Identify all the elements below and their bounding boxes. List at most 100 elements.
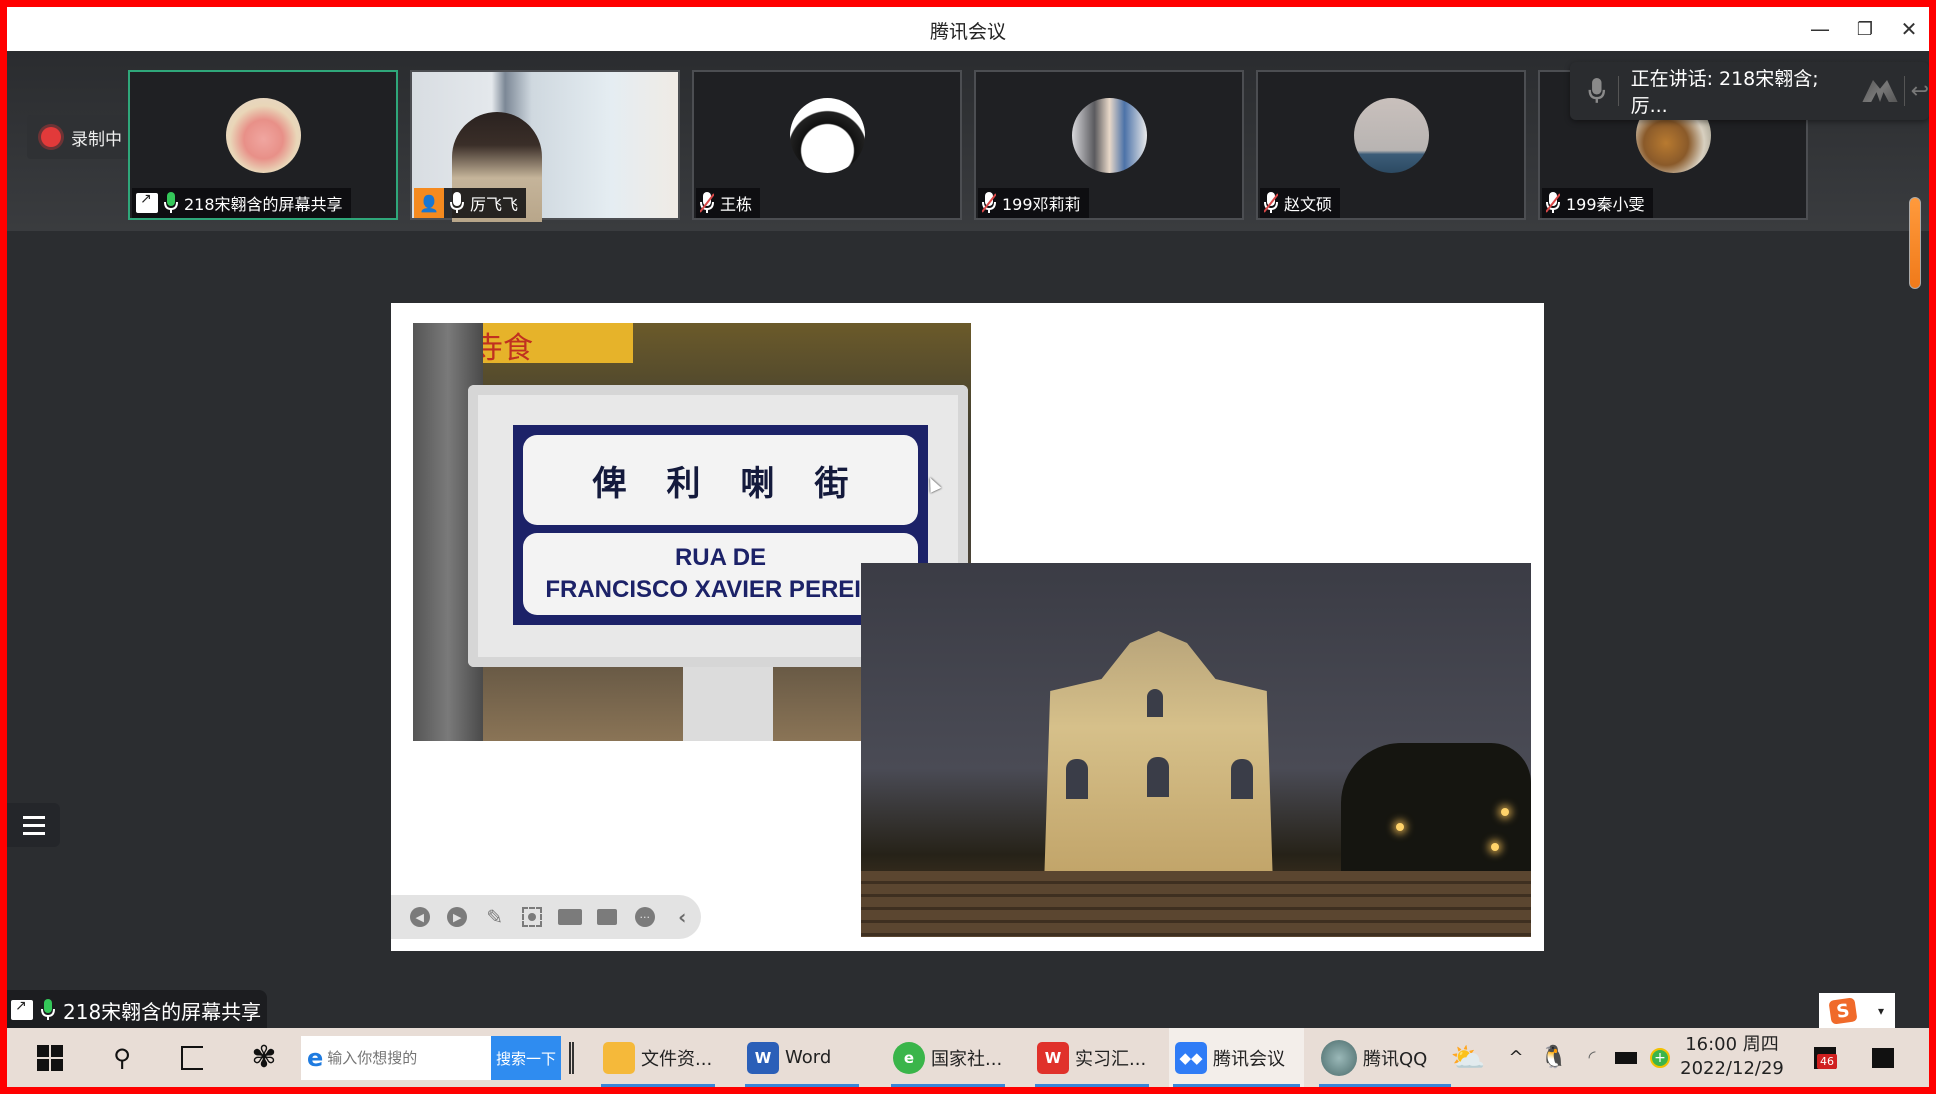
active-speaker-panel[interactable]: 正在讲话: 218宋翱含; 厉... ↩: [1570, 62, 1929, 120]
name-bar: 199秦小雯: [1542, 188, 1653, 218]
system-clock[interactable]: 16:00 周四 2022/12/29: [1677, 1033, 1787, 1081]
street-lamp: [1491, 843, 1499, 851]
clock-time: 16:00 周四: [1685, 1034, 1779, 1055]
restore-icon: ❐: [1856, 18, 1874, 40]
tray-network[interactable]: ◜: [1575, 1028, 1609, 1087]
name-bar: 赵文硕: [1260, 188, 1341, 218]
camera-button[interactable]: [551, 898, 589, 936]
facade-window: [1066, 759, 1088, 799]
taskbar-app-label: 腾讯会议: [1213, 1048, 1285, 1070]
pinwheel-icon: ✾: [251, 1040, 277, 1075]
next-slide-button[interactable]: ▶: [439, 898, 477, 936]
microphone-icon: [1588, 78, 1606, 103]
participant-name: 199邓莉莉: [1002, 195, 1081, 214]
notification-icon: [1872, 1047, 1894, 1068]
screenshot-button[interactable]: [514, 898, 552, 936]
participant-tile[interactable]: 199邓莉莉: [974, 70, 1244, 220]
comment-button[interactable]: [589, 898, 627, 936]
wps-icon: W: [1037, 1041, 1069, 1074]
windows-taskbar: ⚲ ✾ e 搜索一下 文件资... W Word e 国家社... W 实习汇.…: [7, 1028, 1929, 1087]
recording-indicator[interactable]: 录制中: [27, 115, 142, 159]
tray-media-app[interactable]: ▶ 46: [1805, 1028, 1845, 1087]
title-bar: 腾讯会议 — ❐ ✕: [7, 7, 1929, 51]
taskbar-divider: [569, 1042, 574, 1074]
back-arrow-icon[interactable]: ↩: [1911, 79, 1929, 104]
start-button[interactable]: [15, 1028, 85, 1087]
close-button[interactable]: ✕: [1889, 13, 1929, 45]
sogou-ime-icon: S: [1828, 996, 1858, 1025]
list-icon: [22, 823, 45, 827]
more-icon: ···: [634, 907, 655, 927]
sign-line-2: FRANCISCO XAVIER PEREIRA: [545, 576, 896, 603]
microphone-icon: [450, 192, 464, 213]
stone-steps: [861, 871, 1531, 937]
tray-battery[interactable]: [1609, 1028, 1643, 1087]
record-icon: [41, 127, 61, 147]
list-icon: [22, 831, 45, 835]
running-indicator: [1319, 1084, 1451, 1087]
camera-icon: [557, 909, 582, 925]
tencent-meeting-icon: ◆◆: [1175, 1041, 1207, 1074]
participant-tile[interactable]: 赵文硕: [1256, 70, 1526, 220]
participant-name: 王栋: [720, 195, 753, 214]
avatar: [1072, 98, 1147, 173]
previous-slide-button[interactable]: ◀: [401, 898, 439, 936]
comment-icon: [597, 909, 618, 925]
taskbar-app-tencent-meeting[interactable]: ◆◆ 腾讯会议: [1169, 1028, 1304, 1087]
taskbar-app-browser[interactable]: e 国家社...: [887, 1028, 1009, 1087]
windows-logo-icon: [37, 1044, 63, 1071]
taskbar-app-label: 文件资...: [641, 1048, 713, 1070]
taskbar-app-wps[interactable]: W 实习汇...: [1031, 1028, 1153, 1087]
action-center-button[interactable]: [1863, 1028, 1903, 1087]
weather-widget[interactable]: ⛅: [1443, 1028, 1493, 1087]
vertical-scrollbar[interactable]: [1909, 197, 1921, 289]
more-button[interactable]: ···: [626, 898, 664, 936]
taskbar-app-word[interactable]: W Word: [741, 1028, 863, 1087]
search-button[interactable]: ⚲: [87, 1028, 157, 1087]
close-icon: ✕: [1900, 17, 1918, 41]
screen-share-icon: [136, 191, 158, 213]
name-bar: 👤 厉飞飞: [414, 188, 527, 218]
search-icon: ⚲: [113, 1043, 131, 1072]
task-view-button[interactable]: [157, 1028, 227, 1087]
running-indicator: [1173, 1084, 1300, 1087]
restore-button[interactable]: ❐: [1845, 13, 1885, 45]
screen-share-icon: [11, 998, 33, 1020]
pinwheel-app-button[interactable]: ✾: [229, 1028, 299, 1087]
tray-qq[interactable]: 🐧: [1537, 1028, 1571, 1087]
participant-tile[interactable]: 👤 厉飞飞: [410, 70, 680, 222]
microphone-muted-icon: [1546, 192, 1560, 213]
microphone-icon: [41, 999, 55, 1020]
web-search-box[interactable]: e 搜索一下: [301, 1036, 561, 1080]
app-window: 腾讯会议 — ❐ ✕ 录制中 218宋翱含的屏幕共享 👤 厉飞飞: [7, 7, 1929, 1087]
show-hidden-icons-button[interactable]: ^: [1501, 1028, 1531, 1087]
input-method-bar[interactable]: S ▾: [1819, 993, 1895, 1028]
pen-button[interactable]: ✎: [476, 898, 514, 936]
outline-list-button[interactable]: [7, 803, 60, 847]
participant-tile[interactable]: 王栋: [692, 70, 962, 220]
taskbar-app-file-explorer[interactable]: 文件资...: [597, 1028, 719, 1087]
avatar: [226, 98, 301, 173]
search-submit-button[interactable]: 搜索一下: [491, 1036, 561, 1080]
divider: [1617, 76, 1619, 106]
sign-chinese-text: 俾利喇街: [523, 435, 918, 525]
running-indicator: [745, 1084, 859, 1087]
taskbar-app-label: 国家社...: [931, 1048, 1003, 1070]
tray-security[interactable]: +: [1645, 1028, 1675, 1087]
running-indicator: [891, 1084, 1005, 1087]
minimize-button[interactable]: —: [1800, 13, 1840, 45]
ime-menu-icon: ▾: [1877, 1003, 1884, 1018]
weather-cloud-sun-icon: ⛅: [1450, 1041, 1486, 1074]
screen-share-badge[interactable]: 218宋翱含的屏幕共享: [7, 990, 267, 1030]
battery-charging-icon: [1615, 1051, 1637, 1064]
search-input[interactable]: [327, 1049, 478, 1067]
previous-icon: ◀: [409, 907, 430, 927]
street-lamp: [1501, 808, 1509, 816]
ruins-of-st-pauls-photo: [861, 563, 1531, 937]
collapse-toolbar-button[interactable]: ‹: [664, 898, 702, 936]
participant-tile[interactable]: 218宋翱含的屏幕共享: [128, 70, 398, 220]
window-title: 腾讯会议: [929, 21, 1006, 43]
screenshot-icon: [522, 907, 543, 927]
name-bar: 199邓莉莉: [978, 188, 1089, 218]
taskbar-app-qq[interactable]: 腾讯QQ: [1315, 1028, 1455, 1087]
